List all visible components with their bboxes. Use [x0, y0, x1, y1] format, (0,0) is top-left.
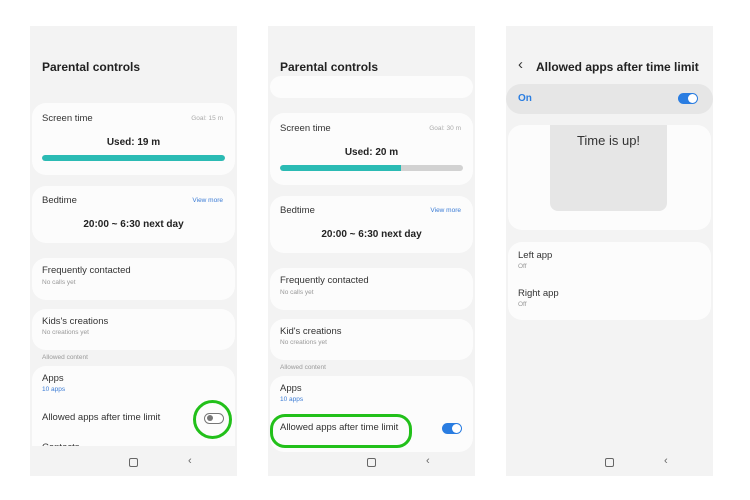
kids-creations-sub: No creations yet	[42, 329, 89, 336]
frequently-contacted-card[interactable]: Frequently contacted No calls yet	[32, 258, 235, 300]
home-icon[interactable]	[129, 458, 138, 467]
goal-text: Goal: 30 m	[429, 125, 461, 132]
screen-time-card[interactable]: Screen time Goal: 15 m Used: 19 m	[32, 103, 235, 175]
kids-creations-card[interactable]: Kid's creations No creations yet	[270, 319, 473, 360]
back-chevron-icon[interactable]: ‹	[518, 56, 523, 73]
bedtime-card[interactable]: Bedtime View more 20:00 ~ 6:30 next day	[270, 196, 473, 253]
screen-time-label: Screen time	[280, 123, 331, 134]
allowed-apps-toggle[interactable]	[442, 423, 462, 434]
apps-label[interactable]: Apps	[280, 383, 302, 394]
goal-text: Goal: 15 m	[191, 115, 223, 122]
on-label: On	[518, 93, 532, 104]
back-icon[interactable]: ‹	[426, 455, 430, 467]
frequently-contacted-label: Frequently contacted	[280, 275, 369, 286]
view-more-link[interactable]: View more	[430, 207, 461, 214]
page-title: Allowed apps after time limit	[536, 60, 699, 74]
section-header: Allowed content	[280, 364, 326, 371]
frequently-contacted-card[interactable]: Frequently contacted No calls yet	[270, 268, 473, 310]
apps-label[interactable]: Apps	[42, 373, 64, 384]
highlight-circle	[193, 400, 232, 439]
phone-screen-2: Parental controls Screen time Goal: 30 m…	[268, 26, 475, 476]
used-text: Used: 20 m	[344, 147, 399, 158]
kids-creations-card[interactable]: Kids's creations No creations yet	[32, 309, 235, 350]
bedtime-label: Bedtime	[280, 205, 315, 216]
highlight-box	[270, 414, 412, 448]
right-app-status: Off	[518, 301, 527, 308]
apps-card: Left app Off Right app Off	[508, 242, 711, 320]
home-icon[interactable]	[605, 458, 614, 467]
screen-time-progress	[42, 155, 225, 161]
time-is-up-text: Time is up!	[576, 133, 641, 148]
bedtime-card[interactable]: Bedtime View more 20:00 ~ 6:30 next day	[32, 186, 235, 243]
right-app-label[interactable]: Right app	[518, 288, 559, 299]
bedtime-value: 20:00 ~ 6:30 next day	[83, 219, 184, 230]
kids-creations-label: Kids's creations	[42, 316, 109, 327]
frequently-contacted-sub: No calls yet	[280, 289, 314, 296]
screen-time-progress	[280, 165, 463, 171]
phone-screen-3: ‹ Allowed apps after time limit On Time …	[506, 26, 713, 476]
left-app-label[interactable]: Left app	[518, 250, 552, 261]
view-more-link[interactable]: View more	[192, 197, 223, 204]
kids-creations-label: Kid's creations	[280, 326, 342, 337]
page-title: Parental controls	[280, 60, 379, 74]
back-icon[interactable]: ‹	[188, 455, 192, 467]
apps-count: 10 apps	[280, 396, 304, 403]
frequently-contacted-label: Frequently contacted	[42, 265, 131, 276]
apps-count: 10 apps	[42, 386, 66, 393]
preview-screen: Time is up!	[550, 125, 667, 211]
master-toggle[interactable]	[678, 93, 698, 104]
page-title: Parental controls	[42, 60, 141, 74]
home-icon[interactable]	[367, 458, 376, 467]
kids-creations-sub: No creations yet	[280, 339, 327, 346]
used-text: Used: 19 m	[106, 137, 161, 148]
preview-card: Time is up!	[508, 125, 711, 230]
partial-card	[270, 76, 473, 98]
master-switch-bar[interactable]: On	[506, 84, 713, 114]
back-icon[interactable]: ‹	[664, 455, 668, 467]
frequently-contacted-sub: No calls yet	[42, 279, 76, 286]
bedtime-label: Bedtime	[42, 195, 77, 206]
screen-time-card[interactable]: Screen time Goal: 30 m Used: 20 m	[270, 113, 473, 185]
left-app-status: Off	[518, 263, 527, 270]
bedtime-value: 20:00 ~ 6:30 next day	[321, 229, 422, 240]
section-header: Allowed content	[42, 354, 88, 361]
allowed-apps-label[interactable]: Allowed apps after time limit	[42, 412, 160, 423]
screen-time-label: Screen time	[42, 113, 93, 124]
